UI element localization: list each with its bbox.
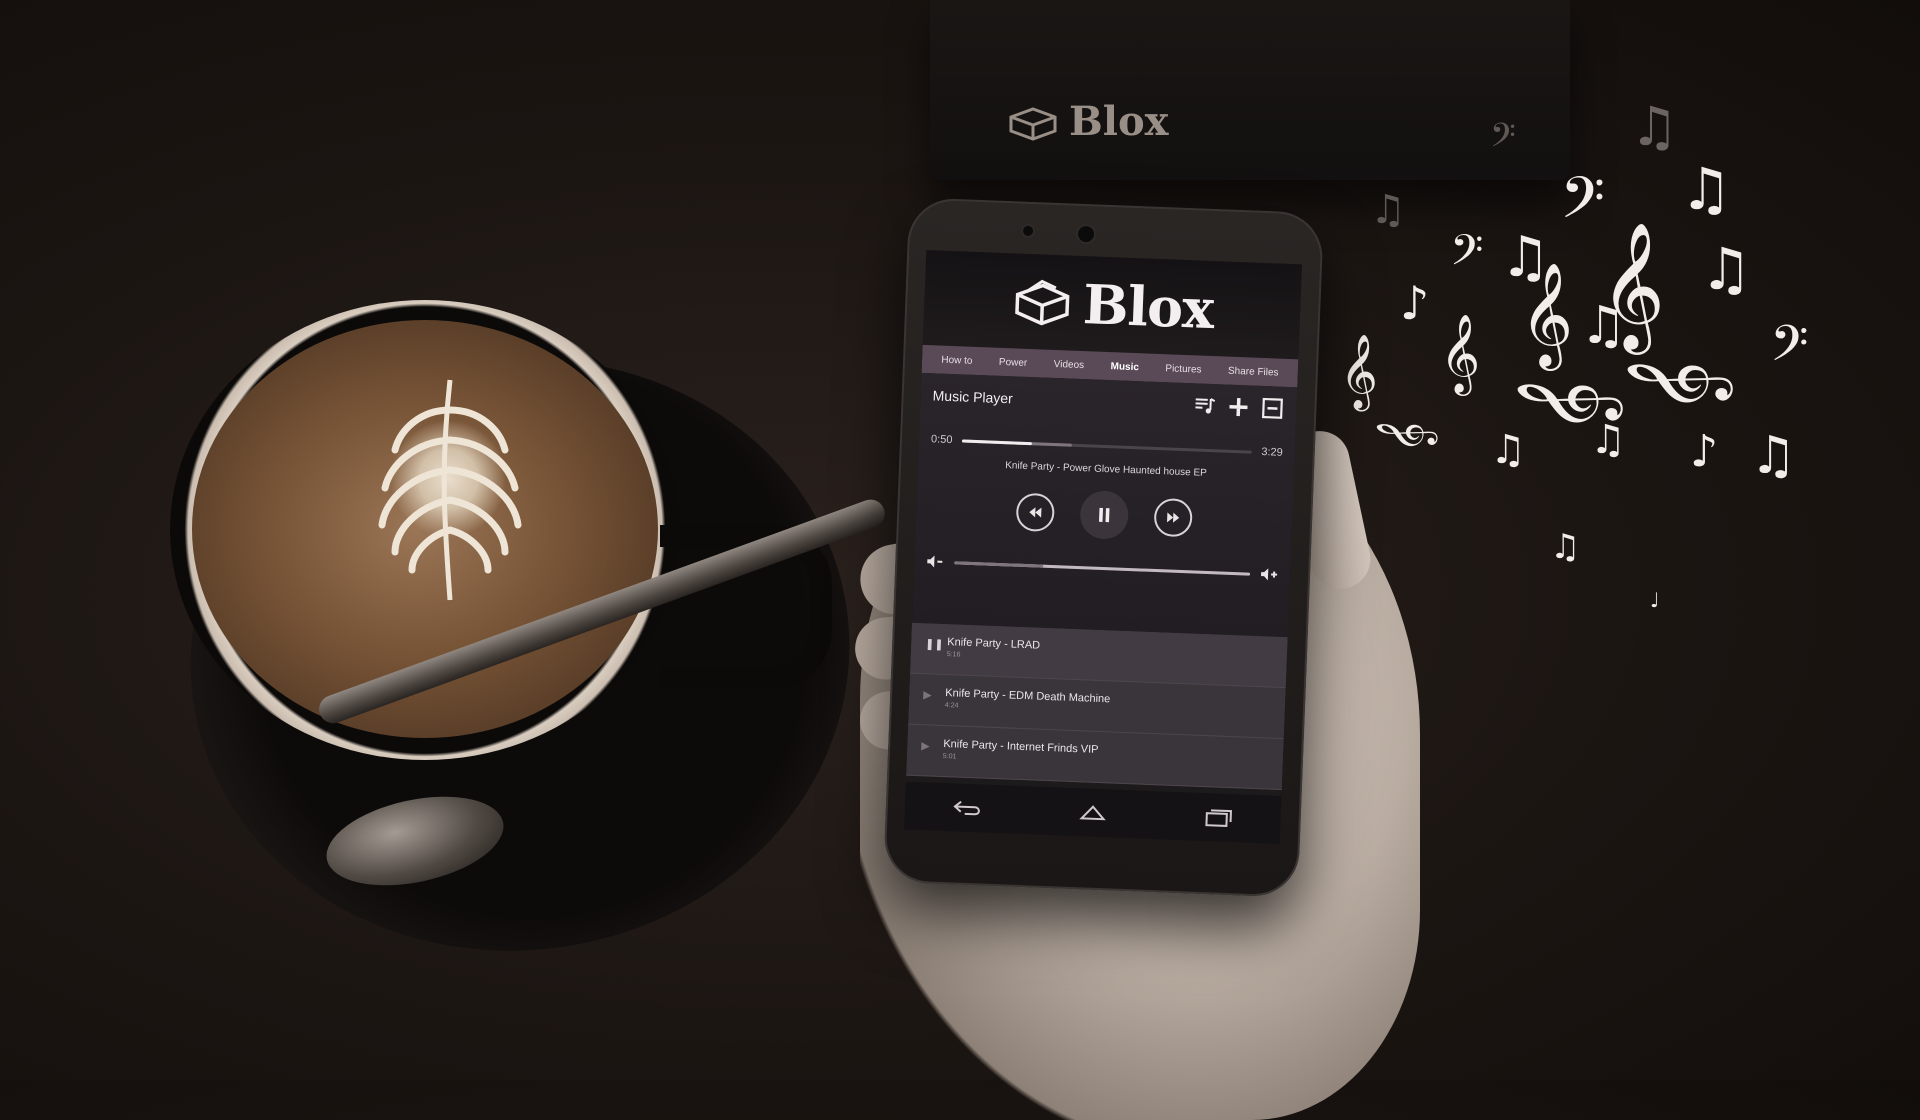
phone: Blox How to Power Videos Music Pictures … [883,197,1324,898]
volume-up-icon[interactable] [1260,567,1279,582]
total-time: 3:29 [1261,445,1283,459]
back-button[interactable] [947,794,988,822]
app-screen: Blox How to Power Videos Music Pictures … [904,249,1303,844]
recents-button[interactable] [1198,804,1239,832]
playlist-icon [1195,398,1216,414]
playlist: ❚❚ Knife Party - LRAD 5:16 ▶ Knife Party… [906,622,1288,791]
pause-icon [1098,507,1110,523]
latte-art [378,379,522,601]
back-icon [953,800,980,816]
fast-forward-button[interactable] [1153,497,1193,538]
earpiece [1077,225,1095,243]
fast-forward-icon [1167,512,1180,523]
rewind-button[interactable] [1015,492,1056,533]
recents-icon [1205,809,1233,827]
pause-icon: ❚❚ [924,638,944,651]
blox-logo-icon [1014,279,1070,325]
pause-button[interactable] [1079,490,1130,540]
tab-music[interactable]: Music [1110,361,1139,373]
progress-row: 0:50 3:29 [931,433,1283,459]
add-button[interactable] [1226,395,1251,420]
home-icon [1079,805,1106,821]
play-icon: ▶ [922,689,932,702]
player-title: Music Player [932,387,1014,407]
box-logo-icon [1009,106,1057,141]
transport-controls [927,484,1281,545]
app-brand: Blox [1081,271,1215,341]
tab-share-files[interactable]: Share Files [1228,365,1279,378]
minus-box-icon [1261,397,1283,419]
rewind-icon [1029,507,1042,518]
progress-fill [962,439,1032,445]
tab-how-to[interactable]: How to [941,354,973,366]
remove-button[interactable] [1260,396,1285,421]
blox-device-box [930,0,1570,180]
app-header: Blox [922,249,1303,360]
box-logo-text: Blox [1069,98,1169,145]
android-nav-bar [904,781,1282,844]
music-player: Music Player 0:50 3:29 Knife Party - Pow… [911,372,1298,638]
play-icon: ▶ [921,740,930,753]
tab-videos[interactable]: Videos [1054,358,1085,370]
home-button[interactable] [1072,799,1113,827]
volume-slider[interactable] [954,560,1251,576]
plus-icon [1229,398,1248,417]
volume-fill [954,560,1044,568]
front-camera [1022,225,1034,237]
track-name: Knife Party - LRAD [947,636,1041,652]
elapsed-time: 0:50 [930,433,953,447]
volume-down-icon[interactable] [926,554,945,569]
tab-power[interactable]: Power [999,356,1028,368]
player-actions [1192,393,1285,421]
track-duration: 5:16 [946,651,961,659]
now-playing-title: Knife Party - Power Glove Haunted house … [1004,460,1208,479]
playlist-button[interactable] [1192,393,1217,418]
tab-pictures[interactable]: Pictures [1165,363,1202,375]
volume-row [926,554,1278,582]
box-logo: Blox [1005,98,1169,145]
progress-slider[interactable] [962,439,1252,454]
